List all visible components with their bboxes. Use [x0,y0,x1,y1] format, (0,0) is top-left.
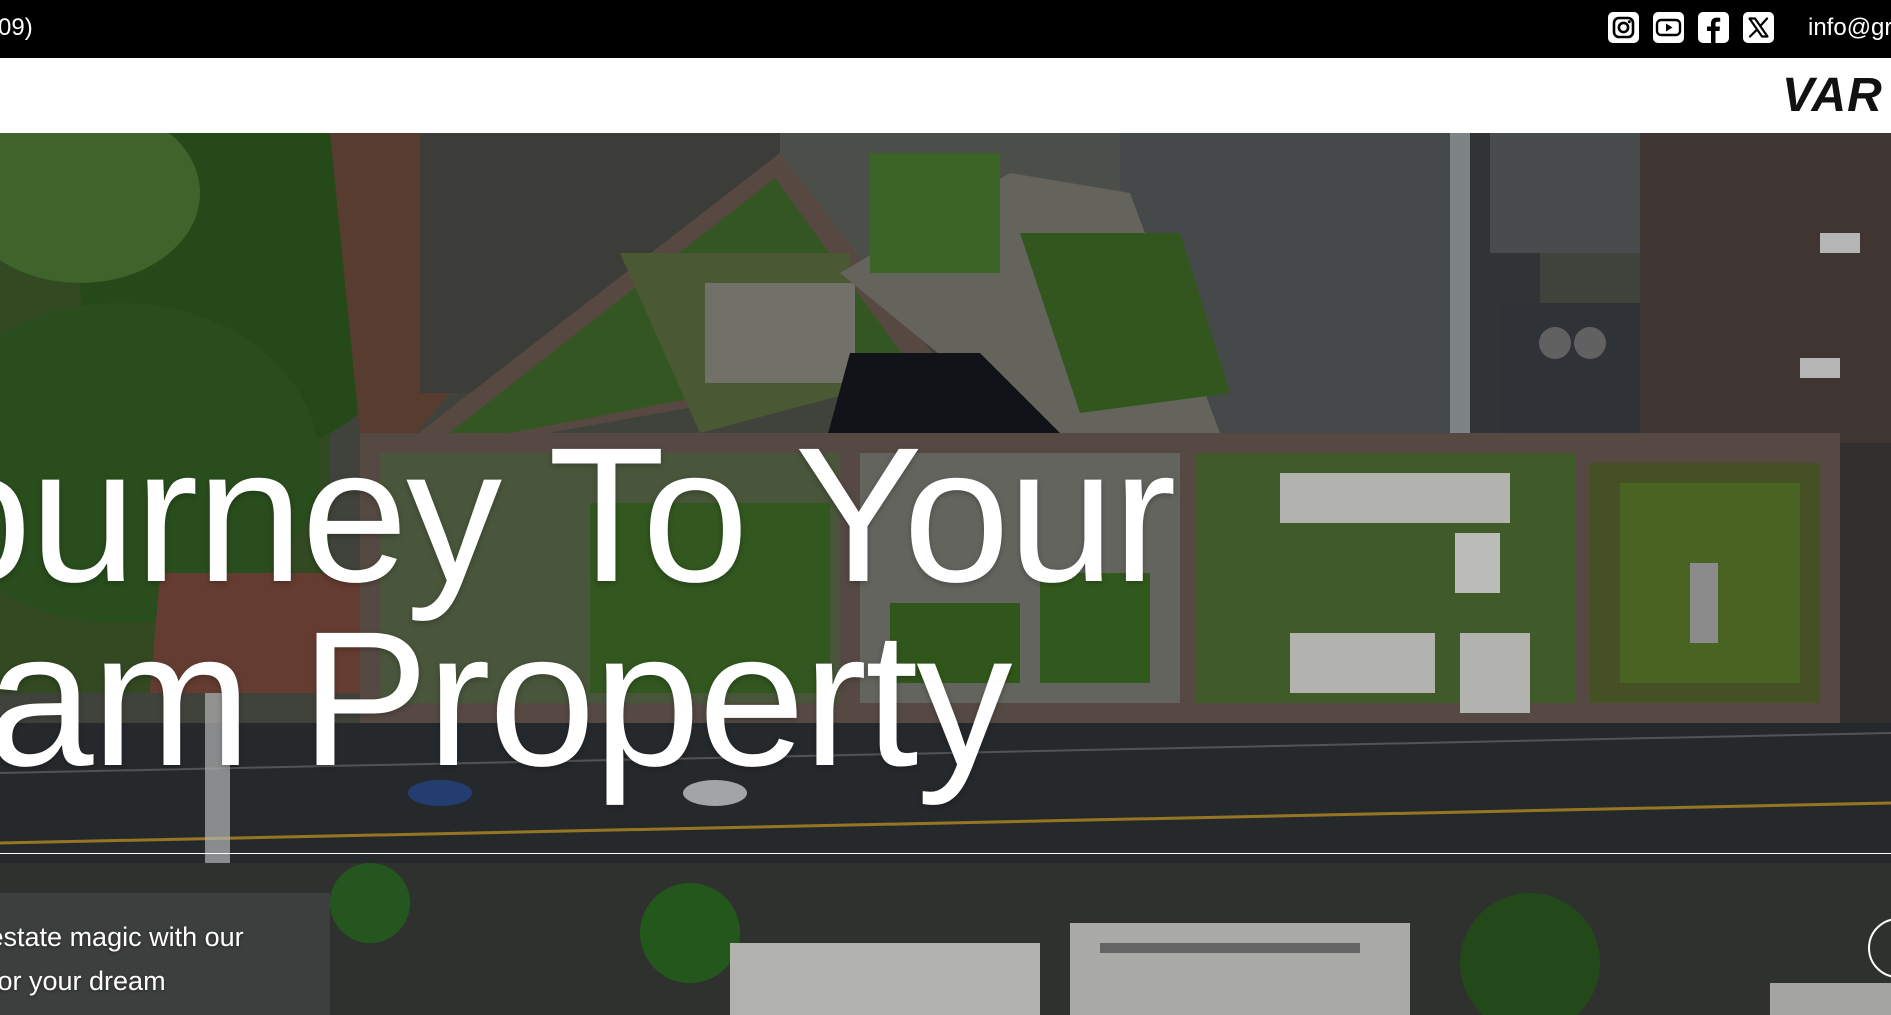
hero-title-line-2: ream Property [0,591,1012,806]
hero-subtitle-line-1: al estate magic with our [0,922,244,952]
hero-subtitle: al estate magic with our m for your drea… [0,915,244,1003]
youtube-icon[interactable] [1652,11,1685,44]
brand-logo[interactable]: VAR [1782,68,1883,123]
x-twitter-icon[interactable] [1742,11,1775,44]
page: 09) info@gr VAR ourney To Your am Proper… [0,0,1891,1015]
hero-divider [0,853,1891,854]
hero-title: ourney To Your ream Property [0,407,1177,806]
email-link[interactable]: info@gre [1808,13,1891,43]
top-contact-bar: 09) info@gr [0,0,1891,58]
facebook-icon[interactable] [1697,11,1730,44]
hero-section: ourney To Your ream Property al estate m… [0,133,1891,1015]
hero-title-line-1: ourney To Your [0,407,1177,622]
social-links [1607,11,1775,44]
main-nav-bar: VAR [0,58,1891,133]
hero-subtitle-line-2: m for your dream [0,966,166,996]
phone-link[interactable]: 09) [0,13,33,43]
instagram-icon[interactable] [1607,11,1640,44]
